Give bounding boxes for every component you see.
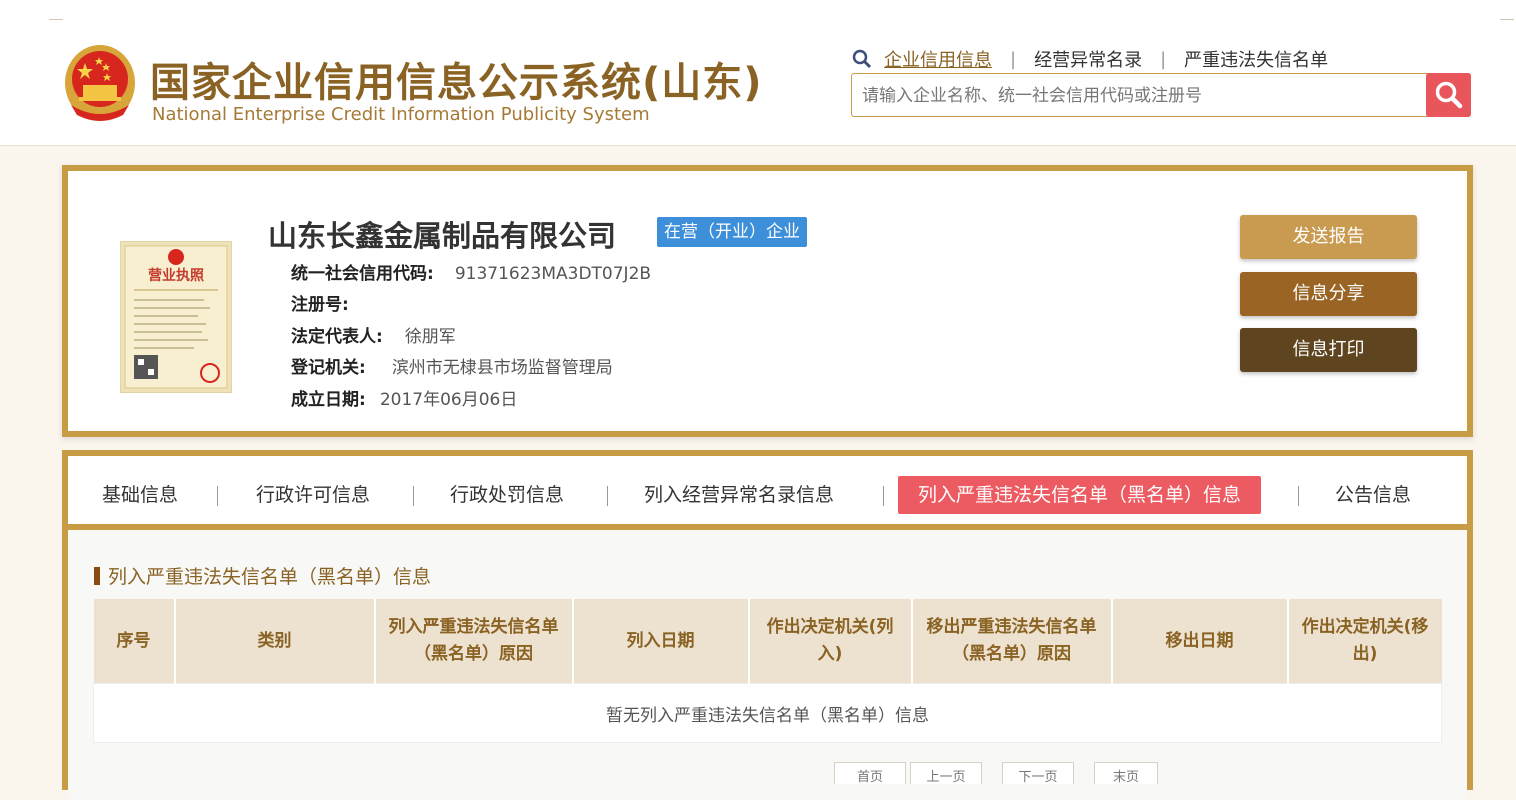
empty-message: 暂无列入严重违法失信名单（黑名单）信息 xyxy=(93,683,1442,743)
table-header-row: 序号 类别 列入严重违法失信名单（黑名单）原因 列入日期 作出决定机关(列入) … xyxy=(93,599,1442,684)
national-emblem-icon xyxy=(65,45,135,121)
info-reg-number: 注册号: xyxy=(291,290,363,315)
col-index: 序号 xyxy=(93,599,176,684)
blacklist-table: 序号 类别 列入严重违法失信名单（黑名单）原因 列入日期 作出决定机关(列入) … xyxy=(93,599,1442,743)
pager-next[interactable]: 下一页 xyxy=(1002,762,1074,784)
nav-abnormal-list[interactable]: 经营异常名录 xyxy=(1034,46,1142,72)
nav-separator: | xyxy=(1160,48,1167,70)
search-magnifier-icon xyxy=(852,49,872,69)
corner-mark-left xyxy=(49,19,63,20)
site-header: 国家企业信用信息公示系统(山东) National Enterprise Cre… xyxy=(0,0,1516,146)
business-license-image: 营业执照 xyxy=(120,241,232,393)
site-title: 国家企业信用信息公示系统(山东) xyxy=(150,60,763,106)
pager-first[interactable]: 首页 xyxy=(834,762,906,784)
col-list-date: 列入日期 xyxy=(572,599,750,684)
section-title-bar xyxy=(94,567,100,585)
nav-separator: | xyxy=(1010,48,1017,70)
col-remove-date: 移出日期 xyxy=(1111,599,1289,684)
info-label: 统一社会信用代码: xyxy=(291,264,434,284)
search-icon xyxy=(1435,81,1462,109)
tab-separator xyxy=(607,486,608,506)
tab-announcements[interactable]: 公告信息 xyxy=(1335,476,1411,514)
tab-separator xyxy=(217,486,218,506)
blacklist-section: 列入严重违法失信名单（黑名单）信息 序号 类别 列入严重违法失信名单（黑名单）原… xyxy=(68,530,1467,800)
share-button[interactable]: 信息分享 xyxy=(1240,272,1417,316)
send-report-button[interactable]: 发送报告 xyxy=(1240,215,1417,259)
section-title-text: 列入严重违法失信名单（黑名单）信息 xyxy=(108,566,432,588)
info-legal-rep: 法定代表人: 徐朋军 xyxy=(291,322,456,347)
info-value: 滨州市无棣县市场监督管理局 xyxy=(391,358,613,378)
search-input[interactable] xyxy=(860,74,1424,118)
search-box xyxy=(851,73,1471,118)
info-value: 2017年06月06日 xyxy=(379,390,518,410)
info-value: 徐朋军 xyxy=(404,327,456,347)
section-title: 列入严重违法失信名单（黑名单）信息 xyxy=(94,562,431,589)
company-card: 营业执照 山东长鑫金属制品有限公司 在营（开业）企业 统一社会信用代码: 9137… xyxy=(62,165,1473,437)
site-subtitle: National Enterprise Credit Information P… xyxy=(152,104,650,125)
corner-mark-right xyxy=(1500,19,1514,20)
info-credit-code: 统一社会信用代码: 91371623MA3DT07J2B xyxy=(291,259,651,284)
col-list-reason: 列入严重违法失信名单（黑名单）原因 xyxy=(374,599,574,684)
tab-admin-license[interactable]: 行政许可信息 xyxy=(256,476,370,514)
tab-separator xyxy=(1298,486,1299,506)
tab-separator xyxy=(883,486,884,506)
info-label: 法定代表人: xyxy=(291,327,383,347)
tab-strip: 基础信息 行政许可信息 行政处罚信息 列入经营异常名录信息 列入严重违法失信名单… xyxy=(68,456,1467,530)
tab-abnormal-list[interactable]: 列入经营异常名录信息 xyxy=(644,476,834,514)
info-label: 成立日期: xyxy=(291,390,366,410)
table-row: 暂无列入严重违法失信名单（黑名单）信息 xyxy=(93,683,1442,743)
info-established: 成立日期: 2017年06月06日 xyxy=(291,385,517,410)
top-nav: 企业信用信息 | 经营异常名录 | 严重违法失信名单 xyxy=(852,46,1328,72)
nav-enterprise-credit[interactable]: 企业信用信息 xyxy=(884,46,992,72)
tab-separator xyxy=(413,486,414,506)
status-badge: 在营（开业）企业 xyxy=(657,217,807,247)
nav-blacklist[interactable]: 严重违法失信名单 xyxy=(1184,46,1328,72)
search-button[interactable] xyxy=(1426,73,1471,117)
pager-last[interactable]: 末页 xyxy=(1094,762,1158,784)
info-tabs-panel: 基础信息 行政许可信息 行政处罚信息 列入经营异常名录信息 列入严重违法失信名单… xyxy=(62,450,1473,800)
info-reg-authority: 登记机关: 滨州市无棣县市场监督管理局 xyxy=(291,353,613,378)
col-remove-reason: 移出严重违法失信名单（黑名单）原因 xyxy=(911,599,1113,684)
col-list-authority: 作出决定机关(列入) xyxy=(748,599,913,684)
info-label: 登记机关: xyxy=(291,358,366,378)
company-name: 山东长鑫金属制品有限公司 xyxy=(268,219,617,253)
tab-basic-info[interactable]: 基础信息 xyxy=(102,476,178,514)
tab-admin-penalty[interactable]: 行政处罚信息 xyxy=(450,476,564,514)
pager-prev[interactable]: 上一页 xyxy=(910,762,982,784)
col-category: 类别 xyxy=(174,599,376,684)
print-button[interactable]: 信息打印 xyxy=(1240,328,1417,372)
info-label: 注册号: xyxy=(291,295,349,315)
license-title: 营业执照 xyxy=(148,267,204,284)
info-value: 91371623MA3DT07J2B xyxy=(454,264,652,284)
tab-blacklist[interactable]: 列入严重违法失信名单（黑名单）信息 xyxy=(898,476,1262,514)
col-remove-authority: 作出决定机关(移出) xyxy=(1287,599,1442,684)
